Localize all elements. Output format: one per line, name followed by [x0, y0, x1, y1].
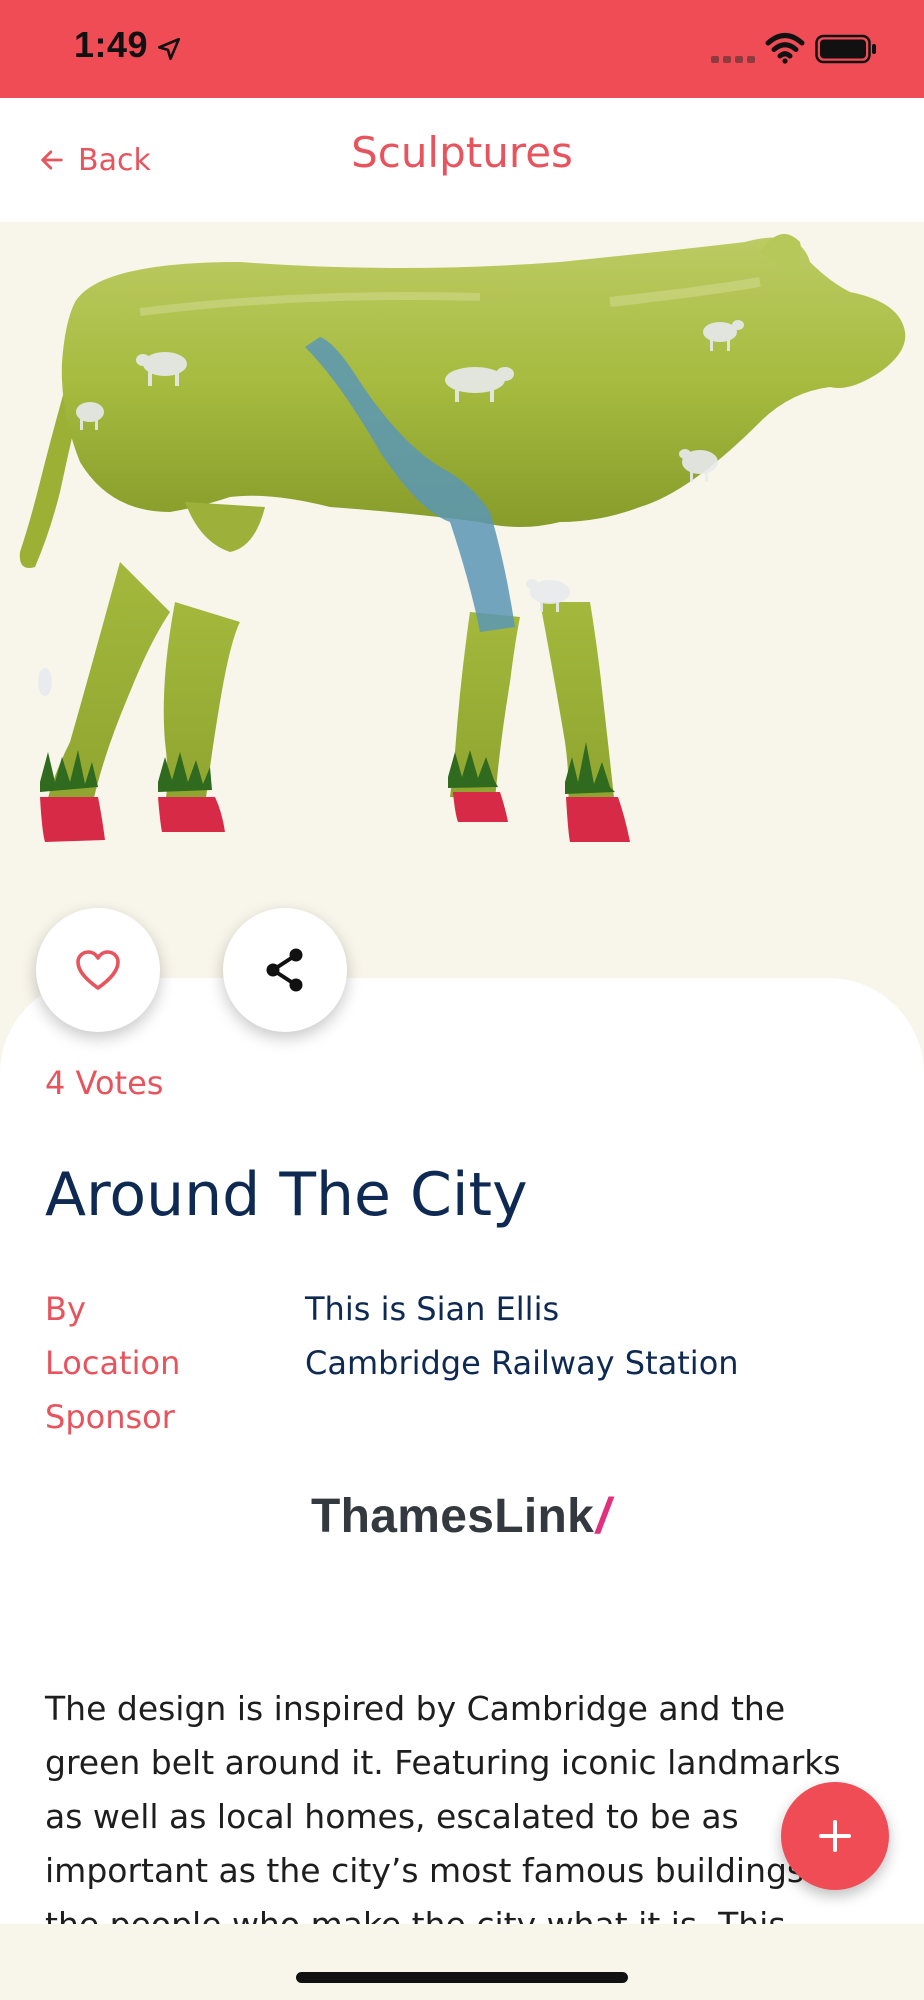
detail-label: Location — [45, 1344, 181, 1382]
add-button[interactable] — [781, 1782, 889, 1890]
hero-image-area — [0, 222, 924, 982]
heart-icon — [76, 950, 120, 990]
like-button[interactable] — [36, 908, 160, 1032]
detail-value: This is Sian Ellis — [305, 1290, 560, 1328]
sculpture-description: The design is inspired by Cambridge and … — [45, 1689, 841, 1944]
status-time: 1:49 — [74, 24, 149, 65]
sculpture-title: Around The City — [45, 1160, 528, 1230]
nav-bar: Back Sculptures — [0, 98, 924, 222]
page-title: Sculptures — [351, 128, 573, 177]
detail-row-location: Location Cambridge Railway Station — [45, 1344, 885, 1398]
battery-icon — [815, 34, 876, 64]
back-label: Back — [78, 142, 151, 178]
detail-row-by: By This is Sian Ellis — [45, 1290, 885, 1344]
detail-label: Sponsor — [45, 1398, 175, 1436]
location-arrow-icon — [157, 37, 181, 61]
back-button[interactable]: Back — [38, 136, 151, 184]
details-list: By This is Sian Ellis Location Cambridge… — [45, 1290, 885, 1452]
vote-count: 4 Votes — [45, 1064, 164, 1102]
status-bar: 1:49 — [0, 0, 924, 98]
detail-label: By — [45, 1290, 86, 1328]
bottom-safe-area — [0, 1924, 924, 2000]
cow-sculpture-image — [19, 234, 906, 842]
detail-value: Cambridge Railway Station — [305, 1344, 739, 1382]
wifi-icon — [765, 33, 805, 64]
sponsor-logo-text: ThamesLink — [311, 1489, 595, 1543]
sponsor-logo: ThamesLink / — [311, 1486, 661, 1546]
sponsor-logo-mark: / — [596, 1488, 610, 1544]
share-icon — [266, 948, 303, 992]
home-indicator — [296, 1972, 628, 1983]
share-button[interactable] — [223, 908, 347, 1032]
detail-row-sponsor: Sponsor — [45, 1398, 885, 1452]
plus-icon — [819, 1820, 851, 1852]
arrow-left-icon — [41, 150, 63, 170]
signal-icon — [711, 56, 755, 63]
